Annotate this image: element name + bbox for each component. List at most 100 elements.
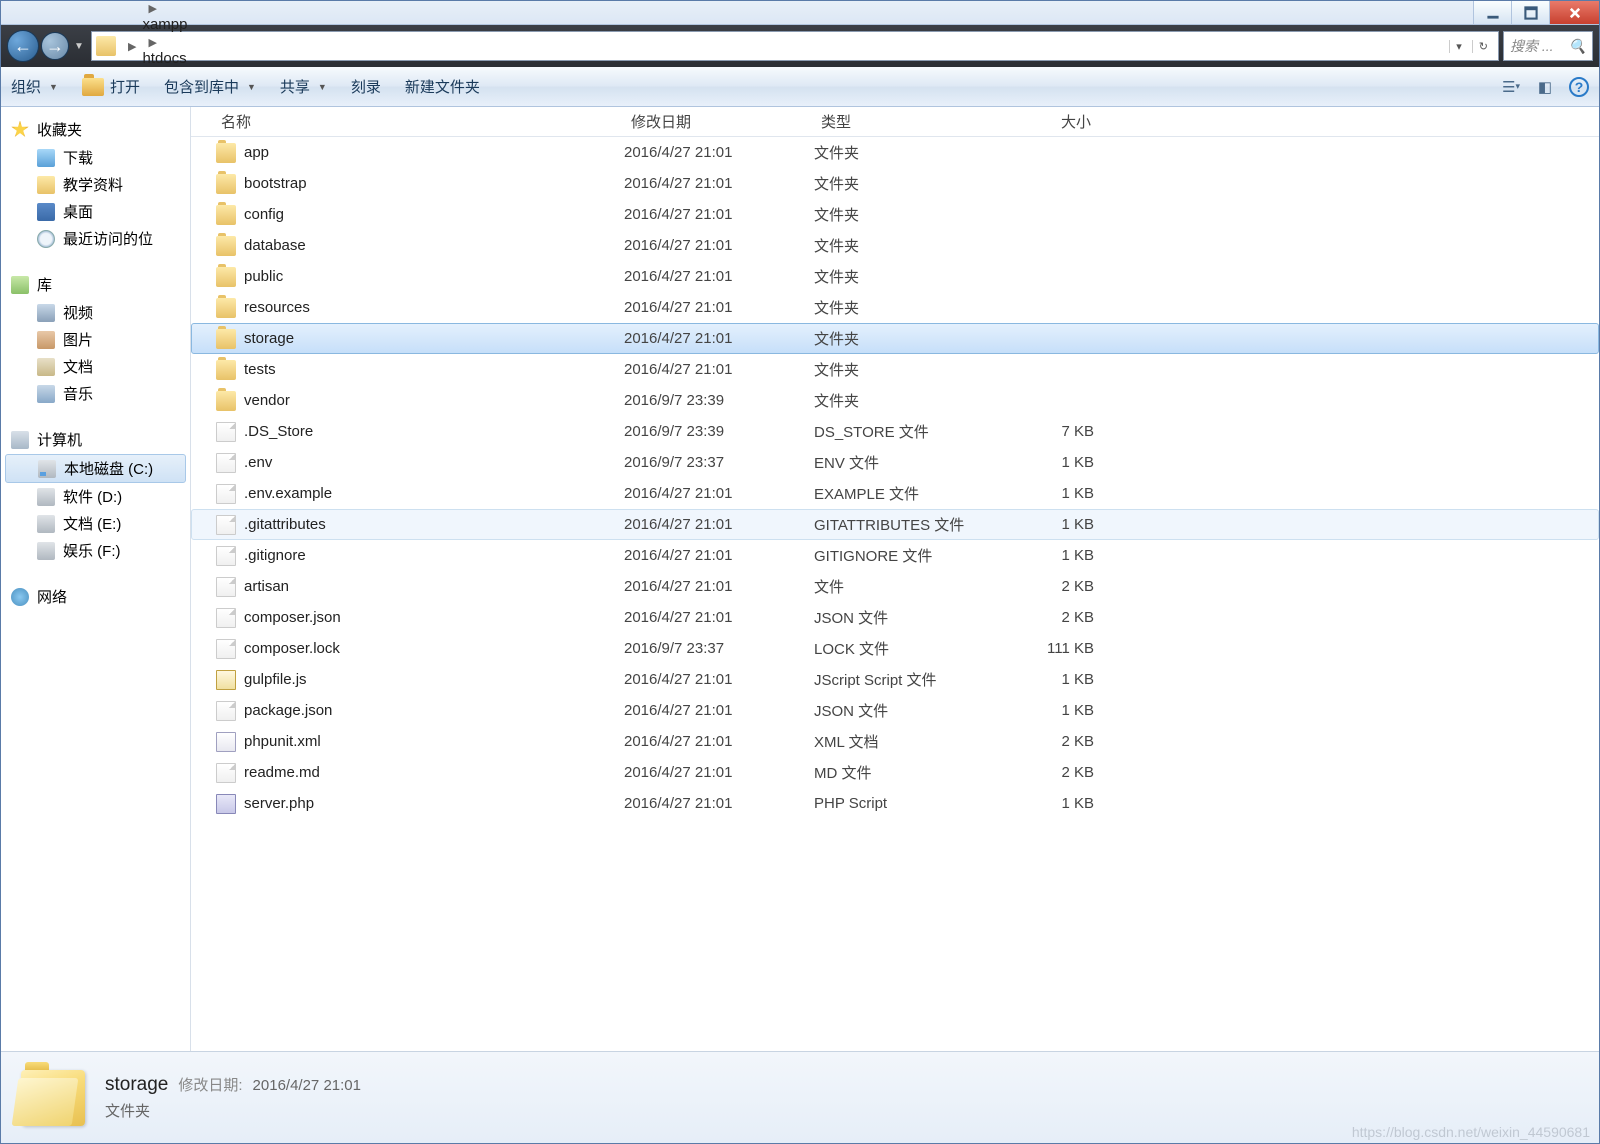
refresh-button[interactable]: ↻ [1472,40,1494,53]
column-header-size[interactable]: 大小 [1011,111,1111,132]
file-row[interactable]: .env.example2016/4/27 21:01EXAMPLE 文件1 K… [191,478,1599,509]
file-row[interactable]: database2016/4/27 21:01文件夹 [191,230,1599,261]
file-row[interactable]: readme.md2016/4/27 21:01MD 文件2 KB [191,757,1599,788]
column-header-name[interactable]: 名称 [191,111,621,132]
network-icon [11,588,29,606]
file-row[interactable]: gulpfile.js2016/4/27 21:01JScript Script… [191,664,1599,695]
file-name: public [244,268,624,285]
include-library-menu[interactable]: 包含到库中▼ [164,76,256,97]
file-icon [216,732,236,752]
file-icon [216,577,236,597]
file-date: 2016/9/7 23:37 [624,454,814,471]
file-date: 2016/4/27 21:01 [624,206,814,223]
file-name: artisan [244,578,624,595]
breadcrumb-segment[interactable]: xampp [142,16,231,33]
file-icon [216,701,236,721]
sidebar-item-pictures[interactable]: 图片 [1,326,190,353]
file-type: 文件夹 [814,142,1014,163]
minimize-button[interactable] [1473,1,1511,24]
help-button[interactable]: ? [1569,77,1589,97]
sidebar-item-drive-f[interactable]: 娱乐 (F:) [1,537,190,564]
file-row[interactable]: artisan2016/4/27 21:01文件2 KB [191,571,1599,602]
file-row[interactable]: config2016/4/27 21:01文件夹 [191,199,1599,230]
file-row[interactable]: resources2016/4/27 21:01文件夹 [191,292,1599,323]
file-type: MD 文件 [814,762,1014,783]
file-row[interactable]: .gitignore2016/4/27 21:01GITIGNORE 文件1 K… [191,540,1599,571]
back-button[interactable]: ← [7,30,39,62]
file-type: 文件夹 [814,266,1014,287]
file-size: 1 KB [1014,454,1114,471]
forward-button[interactable]: → [41,32,69,60]
search-input[interactable]: 搜索 ... 🔍 [1503,31,1593,61]
sidebar-item-drive-e[interactable]: 文档 (E:) [1,510,190,537]
file-row[interactable]: .gitattributes2016/4/27 21:01GITATTRIBUT… [191,509,1599,540]
sidebar-item-desktop[interactable]: 桌面 [1,198,190,225]
file-icon [216,546,236,566]
chevron-icon: ▶ [128,40,136,53]
file-row[interactable]: .DS_Store2016/9/7 23:39DS_STORE 文件7 KB [191,416,1599,447]
maximize-button[interactable] [1511,1,1549,24]
file-type: 文件夹 [814,204,1014,225]
file-type: JSON 文件 [814,607,1014,628]
history-dropdown[interactable]: ▼ [71,36,87,56]
file-type: 文件夹 [814,297,1014,318]
share-menu[interactable]: 共享▼ [280,76,327,97]
file-date: 2016/4/27 21:01 [624,299,814,316]
sidebar-item-music[interactable]: 音乐 [1,380,190,407]
file-row[interactable]: storage2016/4/27 21:01文件夹 [191,323,1599,354]
star-icon [11,121,29,139]
drive-icon [37,488,55,506]
new-folder-button[interactable]: 新建文件夹 [405,76,480,97]
file-type: GITATTRIBUTES 文件 [814,514,1014,535]
sidebar-item-teaching[interactable]: 教学资料 [1,171,190,198]
close-button[interactable] [1549,1,1599,24]
chevron-icon[interactable]: ▶ [148,37,156,49]
preview-pane-button[interactable]: ◧ [1535,77,1555,97]
file-icon [216,639,236,659]
open-button[interactable]: 打开 [82,76,140,97]
column-header-date[interactable]: 修改日期 [621,111,811,132]
sidebar-item-drive-d[interactable]: 软件 (D:) [1,483,190,510]
file-row[interactable]: public2016/4/27 21:01文件夹 [191,261,1599,292]
file-row[interactable]: .env2016/9/7 23:37ENV 文件1 KB [191,447,1599,478]
file-size: 1 KB [1014,547,1114,564]
navigation-sidebar: 收藏夹 下载 教学资料 桌面 最近访问的位 库 视频 图片 文档 音乐 计算机 … [1,107,191,1051]
file-row[interactable]: composer.json2016/4/27 21:01JSON 文件2 KB [191,602,1599,633]
folder-icon [216,205,236,225]
toolbar: 组织▼ 打开 包含到库中▼ 共享▼ 刻录 新建文件夹 ☰ ▾ ◧ ? [1,67,1599,107]
sidebar-item-recent[interactable]: 最近访问的位 [1,225,190,252]
details-name: storage [105,1074,168,1096]
column-header-type[interactable]: 类型 [811,111,1011,132]
sidebar-item-downloads[interactable]: 下载 [1,144,190,171]
file-date: 2016/9/7 23:39 [624,423,814,440]
file-row[interactable]: vendor2016/9/7 23:39文件夹 [191,385,1599,416]
libraries-group[interactable]: 库 [1,270,190,299]
chevron-icon[interactable]: ▶ [148,3,156,15]
breadcrumb-bar[interactable]: ▶ 计算机▶本地磁盘 (C:)▶xampp▶htdocs▶PHPprimary▶… [91,31,1499,61]
sidebar-item-drive-c[interactable]: 本地磁盘 (C:) [5,454,186,483]
file-row[interactable]: phpunit.xml2016/4/27 21:01XML 文档2 KB [191,726,1599,757]
file-row[interactable]: server.php2016/4/27 21:01PHP Script1 KB [191,788,1599,819]
favorites-group[interactable]: 收藏夹 [1,115,190,144]
file-row[interactable]: tests2016/4/27 21:01文件夹 [191,354,1599,385]
file-name: bootstrap [244,175,624,192]
sidebar-item-videos[interactable]: 视频 [1,299,190,326]
computer-group[interactable]: 计算机 [1,425,190,454]
folder-large-icon [21,1070,85,1126]
path-dropdown[interactable]: ▾ [1449,40,1468,53]
burn-button[interactable]: 刻录 [351,76,381,97]
folder-icon [216,236,236,256]
network-group[interactable]: 网络 [1,582,190,611]
breadcrumb-segment[interactable]: htdocs [142,50,231,67]
file-date: 2016/4/27 21:01 [624,268,814,285]
file-row[interactable]: package.json2016/4/27 21:01JSON 文件1 KB [191,695,1599,726]
file-row[interactable]: bootstrap2016/4/27 21:01文件夹 [191,168,1599,199]
sidebar-item-documents[interactable]: 文档 [1,353,190,380]
file-row[interactable]: composer.lock2016/9/7 23:37LOCK 文件111 KB [191,633,1599,664]
file-date: 2016/4/27 21:01 [624,485,814,502]
column-header-row: 名称 修改日期 类型 大小 [191,107,1599,137]
file-row[interactable]: app2016/4/27 21:01文件夹 [191,137,1599,168]
view-options-button[interactable]: ☰ ▾ [1501,77,1521,97]
address-bar: ← → ▼ ▶ 计算机▶本地磁盘 (C:)▶xampp▶htdocs▶PHPpr… [1,25,1599,67]
organize-menu[interactable]: 组织▼ [11,76,58,97]
